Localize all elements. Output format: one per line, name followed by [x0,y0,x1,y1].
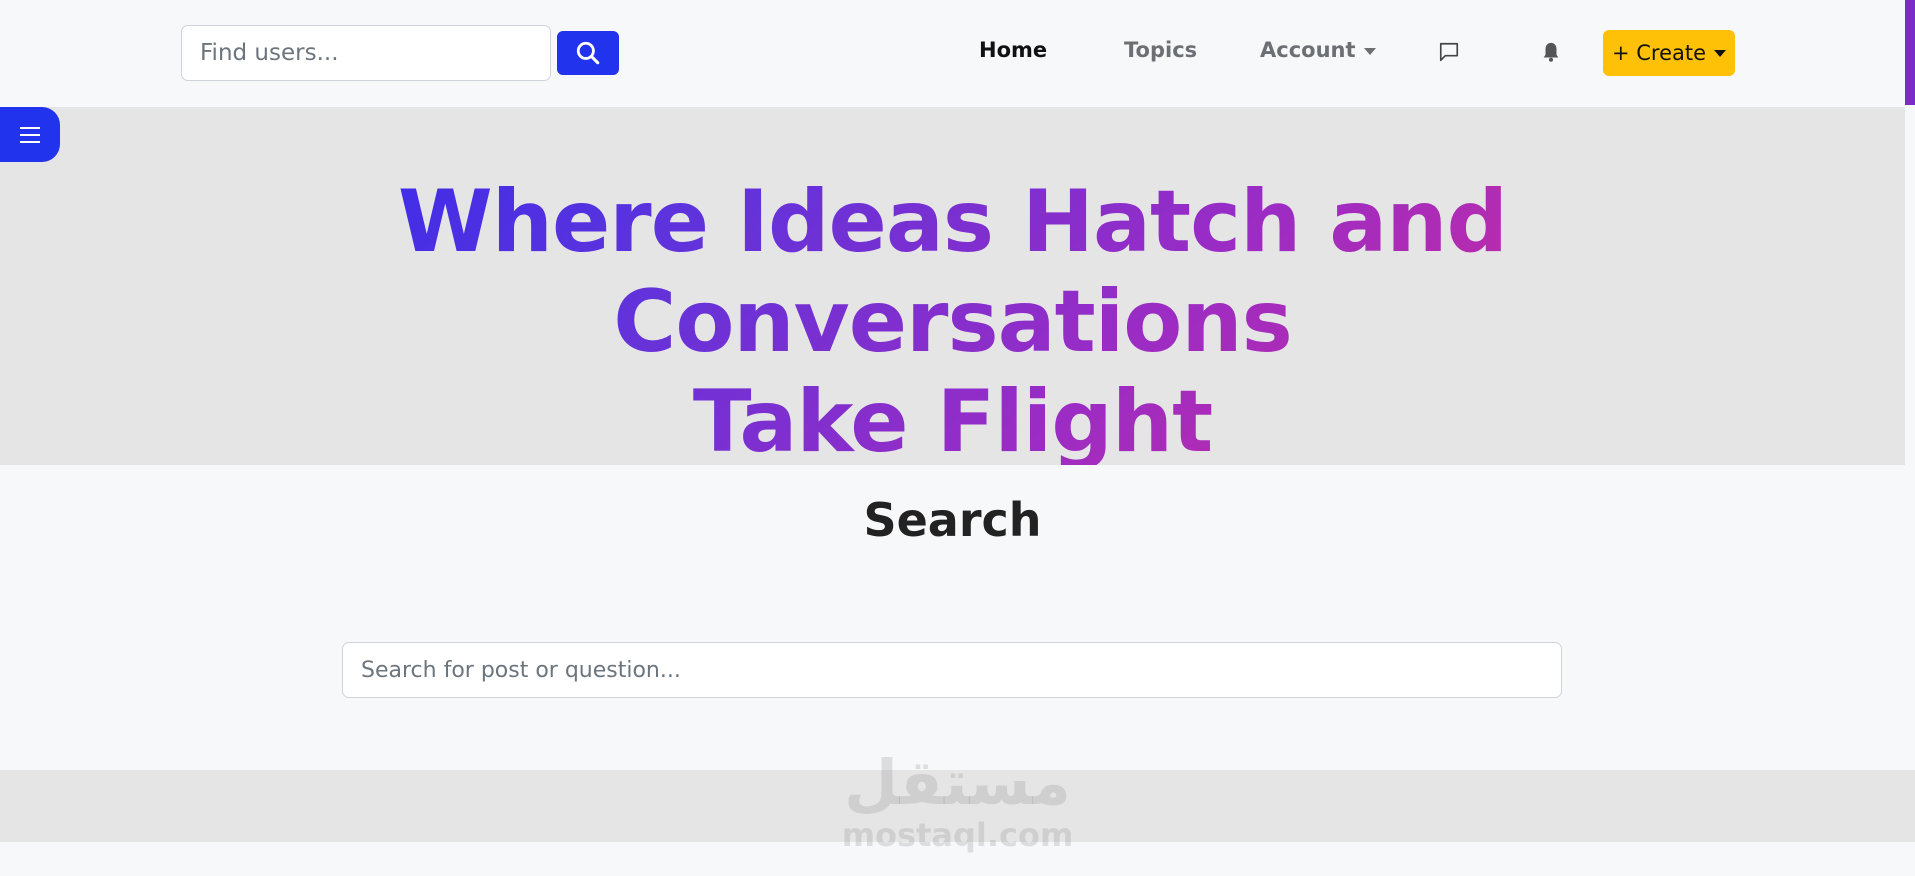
notifications-button[interactable] [1537,38,1565,66]
create-dropdown-button[interactable]: + Create [1603,30,1735,76]
hero-title: Where Ideas Hatch and Conversations Take… [100,172,1805,472]
nav-home-link[interactable]: Home [979,38,1047,62]
content-area [0,842,1915,876]
hero-title-line-2: Take Flight [692,372,1213,472]
find-users-button[interactable] [557,31,619,75]
hero-banner: Where Ideas Hatch and Conversations Take… [0,107,1905,465]
content-divider-band [0,770,1915,842]
sidebar-toggle-button[interactable] [0,107,60,162]
search-heading: Search [863,493,1042,547]
top-navbar: Home Topics Account + Create [0,0,1915,107]
bell-icon [1543,42,1559,62]
nav-topics-link[interactable]: Topics [1124,38,1197,62]
chevron-down-icon [1363,47,1376,55]
search-section: Search [0,465,1905,770]
hero-title-line-1: Where Ideas Hatch and Conversations [397,172,1508,372]
scrollbar-accent [1905,0,1915,105]
chat-bubble-icon [1439,42,1459,62]
search-icon [576,41,600,65]
create-label: + Create [1611,41,1707,65]
find-users-input[interactable] [181,25,551,81]
nav-account-label: Account [1260,38,1356,62]
messages-button[interactable] [1435,38,1463,66]
nav-account-dropdown[interactable]: Account [1260,38,1376,62]
chevron-down-icon [1714,49,1727,57]
post-search-input[interactable] [342,642,1562,698]
menu-icon [20,126,40,143]
